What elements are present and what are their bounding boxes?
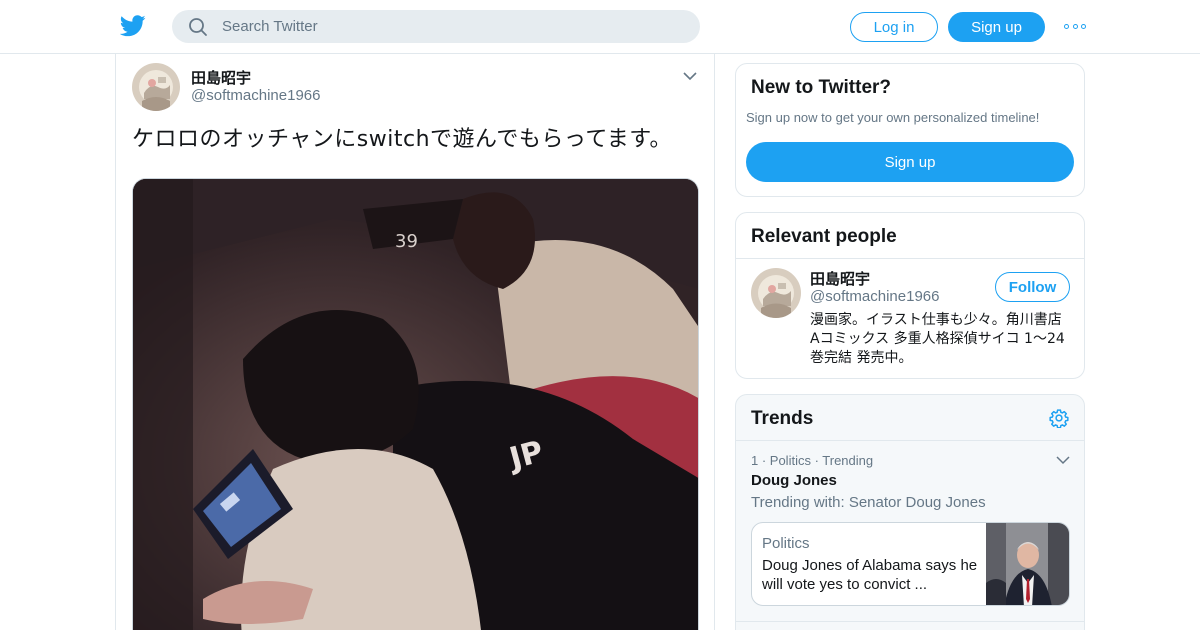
person-handle[interactable]: @softmachine1966 [810, 288, 939, 305]
card-title: Relevant people [751, 226, 897, 247]
card-title: Trends [751, 408, 814, 429]
relevant-people-card: Relevant people 田島昭宇 @softmachine1966 Fo… [735, 212, 1085, 379]
top-navigation-bar: Log in Sign up [0, 0, 1200, 54]
news-thumbnail [986, 523, 1069, 605]
search-bar[interactable] [172, 10, 700, 43]
dot [1072, 23, 1078, 29]
gear-icon[interactable] [1049, 408, 1069, 428]
person-name[interactable]: 田島昭宇 [810, 268, 870, 289]
search-icon [189, 17, 207, 36]
tweet-text: ケロロのオッチャンにswitchで遊んでもらってます。 [132, 127, 673, 152]
card-title: New to Twitter? [751, 77, 892, 98]
chevron-down-icon[interactable] [682, 70, 698, 82]
trend-trending-with: Trending with: Senator Doug Jones [751, 494, 986, 511]
tweet-photo[interactable]: 39 JP [132, 178, 699, 630]
chevron-down-icon[interactable] [1056, 455, 1070, 465]
cap-number-text: 39 [395, 231, 418, 252]
card-subtitle: Sign up now to get your own personalized… [746, 110, 1040, 125]
news-headline: Doug Jones of Alabama says he will vote … [762, 557, 978, 593]
dot [1081, 23, 1086, 29]
author-avatar[interactable] [132, 63, 180, 111]
search-input[interactable] [222, 18, 662, 35]
person-avatar[interactable] [751, 268, 801, 318]
tweet-panel: 田島昭宇 @softmachine1966 ケロロのオッチャンにswitchで遊… [115, 54, 715, 630]
more-options-icon[interactable] [1064, 18, 1086, 34]
trends-card: Trends 1 · Politics · Trending Doug Jone… [735, 394, 1085, 630]
divider [736, 440, 1084, 441]
trend-meta: 1 · Politics · Trending [751, 453, 874, 468]
trend-name[interactable]: Doug Jones [751, 472, 837, 489]
trend-news-card[interactable]: Politics Doug Jones of Alabama says he w… [751, 522, 1070, 606]
divider [736, 258, 1084, 259]
person-bio: 漫画家。イラスト仕事も少々。角川書店 Aコミックス 多重人格探偵サイコ 1〜24… [810, 312, 1065, 366]
twitter-bird-logo-icon[interactable] [120, 14, 146, 38]
divider [736, 621, 1084, 622]
author-handle[interactable]: @softmachine1966 [191, 87, 320, 104]
sign-up-button[interactable]: Sign up [746, 142, 1074, 182]
dot [1064, 23, 1069, 29]
news-category: Politics [762, 535, 810, 552]
author-name[interactable]: 田島昭宇 [191, 67, 251, 88]
log-in-button[interactable]: Log in [850, 12, 938, 42]
follow-button[interactable]: Follow [995, 272, 1070, 302]
sign-up-button[interactable]: Sign up [948, 12, 1045, 42]
new-to-twitter-card: New to Twitter? Sign up now to get your … [735, 63, 1085, 197]
